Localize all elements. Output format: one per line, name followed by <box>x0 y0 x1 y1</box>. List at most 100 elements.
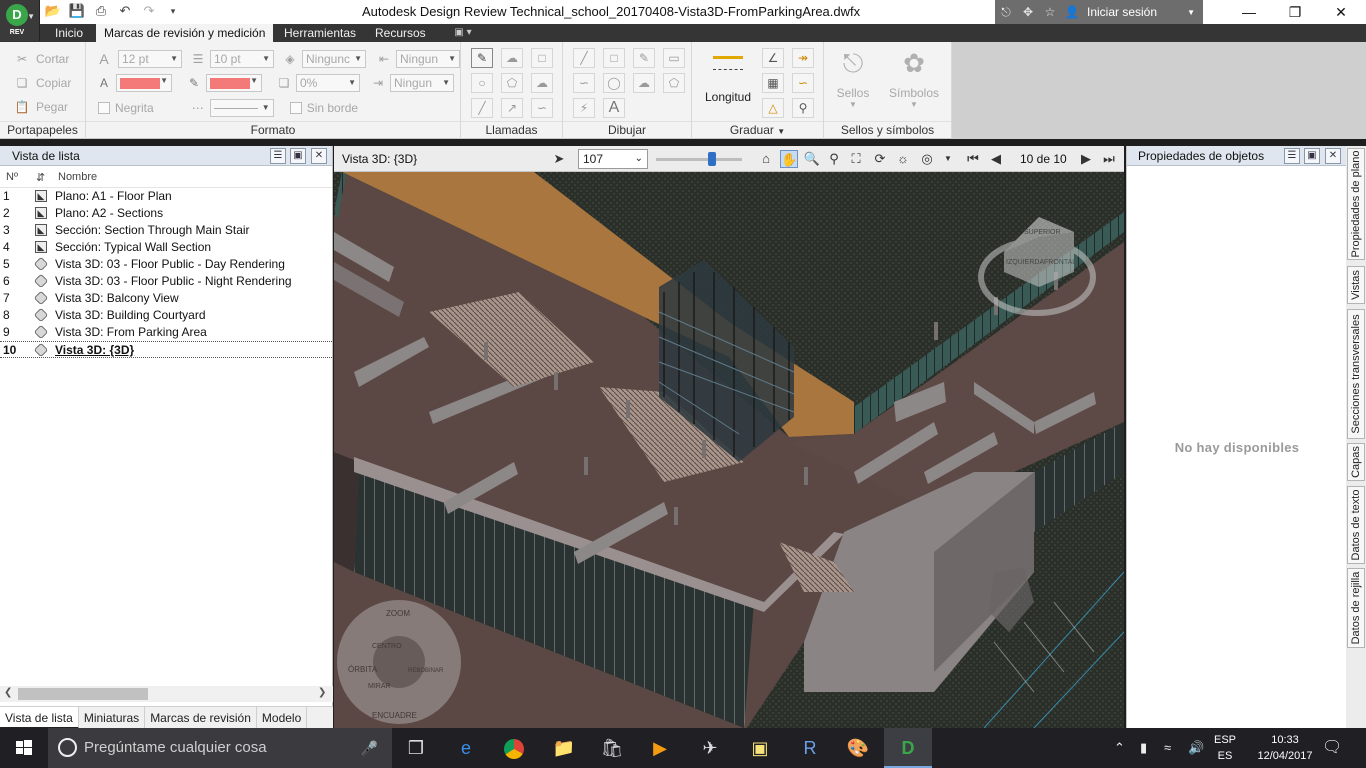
show-hidden-icons[interactable]: ⌃ <box>1114 728 1125 768</box>
line-callout-button[interactable]: ╱ <box>471 98 493 118</box>
file-explorer-icon[interactable]: 📁 <box>540 728 588 768</box>
chevron-down-icon[interactable]: ▼ <box>939 150 957 168</box>
save-icon[interactable]: 💾 <box>68 2 86 20</box>
chrome-icon[interactable] <box>490 728 538 768</box>
list-item[interactable]: 5 Vista 3D: 03 - Floor Public - Day Rende… <box>0 256 332 273</box>
chevron-down-icon[interactable]: ▼ <box>1187 8 1195 17</box>
polyline-measure-button[interactable]: ∽ <box>792 73 814 93</box>
input-language[interactable]: ESP ES <box>1212 732 1238 764</box>
panel-dock-icon[interactable]: ▣ <box>290 148 306 164</box>
circle-callout-button[interactable]: ○ <box>471 73 493 93</box>
first-page-icon[interactable]: ⏮ <box>964 150 982 168</box>
list-item[interactable]: 2 ◣ Plano: A2 - Sections <box>0 205 332 222</box>
line-color-picker[interactable]: ▼ <box>206 74 262 92</box>
line-weight-combo[interactable]: 10 pt ▼ <box>210 50 274 68</box>
revit-icon[interactable]: R <box>786 728 834 768</box>
store-icon[interactable]: 🛍 <box>588 728 636 768</box>
cloud-poly-callout-button[interactable]: ☁ <box>531 73 553 93</box>
shape-tool-button[interactable]: ▭ <box>663 48 685 68</box>
turntable-icon[interactable]: ☼ <box>894 150 912 168</box>
zoom-icon[interactable]: 🔍 <box>803 150 821 168</box>
satellite-icon[interactable]: ✥ <box>1017 5 1039 19</box>
coordinates-button[interactable]: ⚲ <box>792 98 814 118</box>
zoom-window-icon[interactable]: ⚲ <box>825 150 843 168</box>
sticky-notes-icon[interactable]: ▣ <box>736 728 784 768</box>
tab-capas[interactable]: Capas <box>1347 443 1365 481</box>
tab-herramientas[interactable]: Herramientas <box>276 24 364 42</box>
horizontal-scrollbar[interactable]: ❮ ❯ <box>0 686 333 702</box>
column-name[interactable]: Nombre <box>58 171 97 183</box>
tab-secciones-transversales[interactable]: Secciones transversales <box>1347 309 1365 439</box>
edge-browser-icon[interactable]: e <box>442 728 490 768</box>
tab-datos-de-rejilla[interactable]: Datos de rejilla <box>1347 568 1365 648</box>
line-style-combo[interactable]: ▼ <box>209 99 274 117</box>
star-icon[interactable]: ☆ <box>1039 5 1061 19</box>
scroll-left-icon[interactable]: ❮ <box>4 687 12 698</box>
fill-combo[interactable]: Ningunc ▼ <box>302 50 366 68</box>
wifi-icon[interactable]: ≈ <box>1164 728 1171 768</box>
list-item[interactable]: 8 Vista 3D: Building Courtyard <box>0 307 332 324</box>
distance-measure-button[interactable]: ↠ <box>792 48 814 68</box>
tab-propiedades-de-plano[interactable]: Propiedades de plano <box>1347 148 1365 260</box>
group-label-graduar[interactable]: Graduar ▼ <box>692 121 823 137</box>
list-item[interactable]: 4 ◣ Sección: Typical Wall Section <box>0 239 332 256</box>
text-tool-button[interactable]: A <box>603 98 625 118</box>
start-button[interactable] <box>0 728 48 768</box>
panel-dock-icon[interactable]: ▣ <box>1304 148 1320 164</box>
maximize-button[interactable]: ❐ <box>1272 0 1318 24</box>
tab-vista-de-lista[interactable]: Vista de lista <box>0 707 79 729</box>
scroll-right-icon[interactable]: ❯ <box>318 687 326 698</box>
polygon-tool-button[interactable]: ⬠ <box>663 73 685 93</box>
task-view-icon[interactable]: ❒ <box>392 728 440 768</box>
scrollbar-thumb[interactable] <box>18 688 148 700</box>
zoom-slider[interactable] <box>656 152 742 166</box>
home-icon[interactable]: ⌂ <box>757 150 775 168</box>
redo-icon[interactable]: ↷ <box>140 2 158 20</box>
design-review-taskbar-icon[interactable]: D <box>884 728 932 768</box>
angle-measure-button[interactable]: ∠ <box>762 48 784 68</box>
rect-callout-button[interactable]: □ <box>531 48 553 68</box>
area-measure-button[interactable]: ▦ <box>762 73 784 93</box>
binoculars-icon[interactable]: ⎋ <box>995 5 1017 20</box>
close-icon[interactable]: ✕ <box>311 148 327 164</box>
previous-page-icon[interactable]: ◀ <box>987 150 1005 168</box>
orbit-icon[interactable]: ⟳ <box>871 150 889 168</box>
fit-to-window-icon[interactable]: ⛶ <box>847 150 865 168</box>
freehand-callout-button[interactable]: ∽ <box>531 98 553 118</box>
zoom-slider-knob[interactable] <box>708 152 716 166</box>
tab-marcas-de-revision[interactable]: Marcas de revisión <box>145 707 257 729</box>
sort-icon[interactable]: ⇵ <box>36 171 45 184</box>
steering-wheel-icon[interactable]: ◎ <box>918 150 936 168</box>
symbols-button[interactable]: ✿ Símbolos ▼ <box>882 48 946 109</box>
next-page-icon[interactable]: ▶ <box>1077 150 1095 168</box>
list-item[interactable]: 1 ◣ Plano: A1 - Floor Plan <box>0 188 332 205</box>
ellipse-tool-button[interactable]: ◯ <box>603 73 625 93</box>
pencil-tool-button[interactable]: ✎ <box>633 48 655 68</box>
open-icon[interactable]: 📂 <box>44 2 62 20</box>
zoom-level-combo[interactable]: 107 ⌄ <box>578 149 648 169</box>
tab-datos-de-texto[interactable]: Datos de texto <box>1347 486 1365 564</box>
application-menu-button[interactable]: D REV ▼ <box>0 0 40 41</box>
microphone-icon[interactable]: 🎤 <box>361 728 378 768</box>
tab-vistas[interactable]: Vistas <box>1347 266 1365 304</box>
close-button[interactable]: ✕ <box>1318 0 1364 24</box>
close-icon[interactable]: ✕ <box>1325 148 1341 164</box>
font-size-combo[interactable]: 12 pt ▼ <box>118 50 182 68</box>
list-item[interactable]: 3 ◣ Sección: Section Through Main Stair <box>0 222 332 239</box>
polyline-tool-button[interactable]: ∽ <box>573 73 595 93</box>
rectangle-tool-button[interactable]: □ <box>603 48 625 68</box>
tab-inicio[interactable]: Inicio <box>47 24 91 42</box>
length-button[interactable]: Longitud <box>698 52 758 104</box>
cloud-tool-button[interactable]: ☁ <box>633 73 655 93</box>
stamps-button[interactable]: ⎋ Sellos ▼ <box>830 48 876 109</box>
calibrate-button[interactable]: △ <box>762 98 784 118</box>
no-border-checkbox[interactable] <box>289 102 302 114</box>
column-number[interactable]: Nº <box>6 171 18 183</box>
list-item[interactable]: 7 Vista 3D: Balcony View <box>0 290 332 307</box>
text-color-picker[interactable]: ▼ <box>116 74 172 92</box>
cut-button[interactable]: ✂ Cortar <box>14 51 69 67</box>
panel-options-icon[interactable]: ☰ <box>1284 148 1300 164</box>
list-item[interactable]: 6 Vista 3D: 03 - Floor Public - Night Ren… <box>0 273 332 290</box>
ribbon-display-options-icon[interactable]: ▣ ▾ <box>450 26 476 40</box>
media-player-icon[interactable]: ▶ <box>636 728 684 768</box>
